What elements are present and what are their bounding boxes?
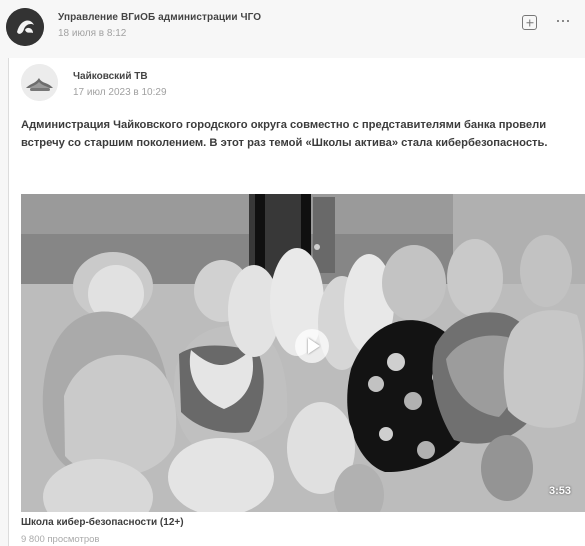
play-icon[interactable] <box>295 329 329 363</box>
tv-channel-logo-icon <box>21 64 58 101</box>
post-author-block: Управление ВГиОБ администрации ЧГО 18 ию… <box>58 12 478 39</box>
repost-date[interactable]: 17 июл 2023 в 10:29 <box>73 87 167 98</box>
more-icon[interactable]: ··· <box>555 10 571 31</box>
post-text: Администрация Чайковского городского окр… <box>21 119 548 149</box>
video-duration: 3:53 <box>548 485 571 497</box>
plus-square-icon[interactable] <box>522 15 537 30</box>
video-views: 9 800 просмотров <box>21 534 100 545</box>
video-preview[interactable]: 3:53 <box>21 194 585 512</box>
social-post: Управление ВГиОБ администрации ЧГО 18 ию… <box>0 0 585 546</box>
avatar-icon[interactable] <box>6 8 44 46</box>
avatar-emblem-icon <box>6 8 44 46</box>
repost-source-name[interactable]: Чайковский ТВ <box>73 71 167 82</box>
post-header: Управление ВГиОБ администрации ЧГО 18 ию… <box>6 8 579 46</box>
tv-channel-logo[interactable] <box>21 64 58 101</box>
repost-card: Чайковский ТВ 17 июл 2023 в 10:29 Админи… <box>8 58 585 546</box>
video-title[interactable]: Школа кибер-безопасности (12+) <box>21 517 541 528</box>
repost-source-meta: Чайковский ТВ 17 июл 2023 в 10:29 <box>73 71 167 98</box>
repost-header: Чайковский ТВ 17 июл 2023 в 10:29 <box>21 64 541 102</box>
post-author-name[interactable]: Управление ВГиОБ администрации ЧГО <box>58 12 478 23</box>
post-actions: ··· <box>519 10 579 37</box>
post-time[interactable]: 18 июля в 8:12 <box>58 28 478 39</box>
